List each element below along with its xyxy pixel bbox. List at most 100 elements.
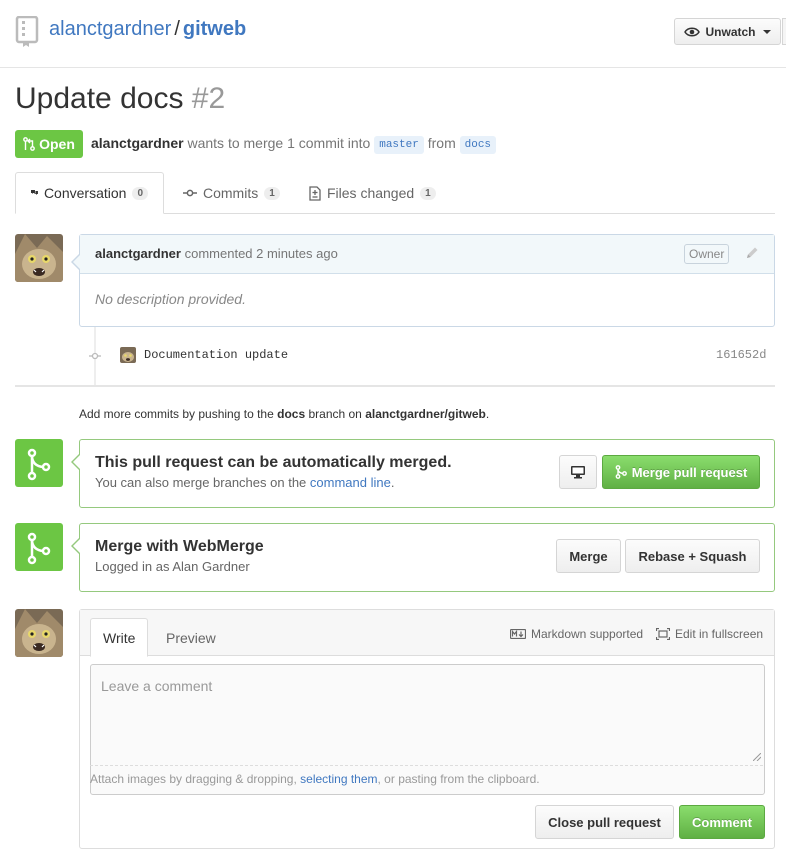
close-pull-request-button[interactable]: Close pull request (535, 805, 674, 839)
tab-conversation-count: 0 (132, 186, 148, 200)
webmerge-title: Merge with WebMerge (95, 538, 264, 555)
attach-suffix: , or pasting from the clipboard. (377, 772, 540, 786)
merge-auto-sub-prefix: You can also merge branches on the (95, 475, 307, 490)
markdown-icon (510, 629, 526, 639)
merge-status-icon-box (15, 439, 63, 487)
tab-files-label: Files changed (327, 185, 415, 201)
push-hint-branch: docs (277, 407, 306, 421)
tab-conversation-label: Conversation (43, 185, 127, 201)
push-hint-repo: alanctgardner/gitweb (365, 407, 486, 421)
timeline-divider (15, 385, 775, 387)
merge-box-pointer-inner (73, 455, 80, 469)
cat-avatar-image (15, 234, 63, 282)
repo-owner-link[interactable]: alanctgardner (49, 18, 171, 40)
attach-prefix: Attach images by dragging & dropping, (90, 772, 297, 786)
pr-title-text: Update docs (15, 82, 184, 115)
tab-write[interactable]: Write (90, 618, 149, 657)
commit-sha-link[interactable]: 161652d (716, 348, 766, 362)
comment-placeholder: Leave a comment (101, 678, 213, 694)
pencil-icon[interactable] (744, 245, 760, 261)
merge-box-webmerge: Merge with WebMerge Logged in as Alan Ga… (79, 523, 775, 592)
markdown-help-link[interactable]: Markdown supported (510, 627, 643, 641)
command-line-link[interactable]: command line (310, 475, 391, 490)
commit-icon (183, 189, 197, 197)
git-merge-icon (27, 532, 51, 565)
webmerge-box-pointer-inner (73, 539, 80, 553)
repo-header: alanctgardner / gitweb Unwatch (0, 0, 786, 68)
merge-box-auto: This pull request can be automatically m… (79, 439, 775, 508)
merge-auto-sub-suffix: . (390, 475, 395, 490)
repo-separator: / (174, 18, 180, 40)
webmerge-icon-box (15, 523, 63, 571)
git-merge-icon (27, 448, 51, 481)
unwatch-label: Unwatch (705, 24, 756, 39)
cat-avatar-image (15, 609, 63, 657)
desktop-button[interactable] (559, 455, 597, 489)
tab-commits-label: Commits (203, 185, 259, 201)
fullscreen-label: Edit in fullscreen (675, 627, 764, 641)
comment-card: alanctgardner commented 2 minutes ago Ow… (79, 234, 775, 327)
status-badge: Open (15, 130, 83, 158)
status-label: Open (39, 136, 75, 152)
comment-author-link[interactable]: alanctgardner (95, 246, 181, 261)
fullscreen-icon (656, 628, 670, 640)
base-branch: master (374, 136, 424, 154)
comment-pointer-inner (73, 255, 80, 269)
merge-pull-request-label: Merge pull request (631, 464, 748, 480)
unwatch-button[interactable]: Unwatch (674, 18, 781, 45)
commit-author-avatar[interactable] (120, 347, 136, 363)
git-merge-icon (615, 465, 627, 479)
cat-avatar-image (120, 347, 136, 363)
chevron-down-icon (762, 29, 771, 34)
pr-meta-text: wants to merge 1 commit into (187, 135, 371, 151)
fullscreen-button[interactable]: Edit in fullscreen (656, 627, 763, 641)
pull-request-icon (23, 137, 36, 151)
push-hint-suffix: . (485, 407, 490, 421)
tab-conversation[interactable]: Conversation 0 (15, 172, 164, 214)
pr-meta: alanctgardner wants to merge 1 commit in… (91, 135, 497, 154)
markdown-label: Markdown supported (531, 627, 644, 641)
comment-discussion-icon (31, 190, 38, 195)
tab-files-count: 1 (420, 186, 436, 200)
merge-button[interactable]: Merge (556, 539, 621, 573)
new-comment-form: Write Preview Markdown supported Edit in… (79, 609, 775, 849)
owner-badge: Owner (684, 244, 730, 264)
push-hint: Add more commits by pushing to the docs … (79, 407, 489, 421)
comment-header: alanctgardner commented 2 minutes ago Ow… (80, 235, 774, 274)
tab-files-changed[interactable]: Files changed 1 (294, 172, 451, 214)
tab-preview[interactable]: Preview (154, 618, 228, 657)
push-hint-prefix: Add more commits by pushing to the (79, 407, 274, 421)
commit-message-link[interactable]: Documentation update (144, 348, 288, 362)
file-diff-icon (309, 185, 321, 201)
comment-button[interactable]: Comment (679, 805, 765, 839)
rebase-squash-button[interactable]: Rebase + Squash (625, 539, 760, 573)
webmerge-subtitle: Logged in as Alan Gardner (95, 559, 250, 574)
select-files-link[interactable]: selecting them (300, 772, 377, 786)
pr-author-link[interactable]: alanctgardner (91, 135, 184, 151)
page-title: Update docs #2 (15, 82, 225, 116)
pr-number: #2 (191, 82, 226, 115)
tab-commits[interactable]: Commits 1 (168, 172, 295, 214)
avatar[interactable] (15, 609, 63, 657)
merge-pull-request-button[interactable]: Merge pull request (602, 455, 760, 489)
comment-meta: alanctgardner commented 2 minutes ago (95, 246, 338, 261)
merge-auto-title: This pull request can be automatically m… (95, 454, 452, 471)
head-branch: docs (459, 136, 497, 154)
pr-from-text: from (427, 135, 456, 151)
push-hint-middle: branch on (308, 407, 362, 421)
repo-name-link[interactable]: gitweb (183, 18, 246, 40)
comment-action: commented 2 minutes ago (184, 246, 338, 261)
repo-title: alanctgardner / gitweb (49, 18, 246, 41)
commit-icon (89, 352, 101, 360)
tab-commits-count: 1 (264, 186, 280, 200)
resize-handle-icon[interactable] (753, 753, 761, 761)
merge-auto-subtitle: You can also merge branches on the comma… (95, 475, 394, 490)
desktop-icon (571, 466, 585, 479)
header-edge-button[interactable] (782, 18, 786, 45)
repo-icon (15, 16, 39, 47)
new-comment-header: Write Preview Markdown supported Edit in… (80, 610, 774, 657)
eye-icon (684, 27, 701, 36)
avatar[interactable] (15, 234, 63, 282)
attach-hint: Attach images by dragging & dropping, se… (90, 765, 763, 786)
comment-body: No description provided. (95, 291, 246, 307)
